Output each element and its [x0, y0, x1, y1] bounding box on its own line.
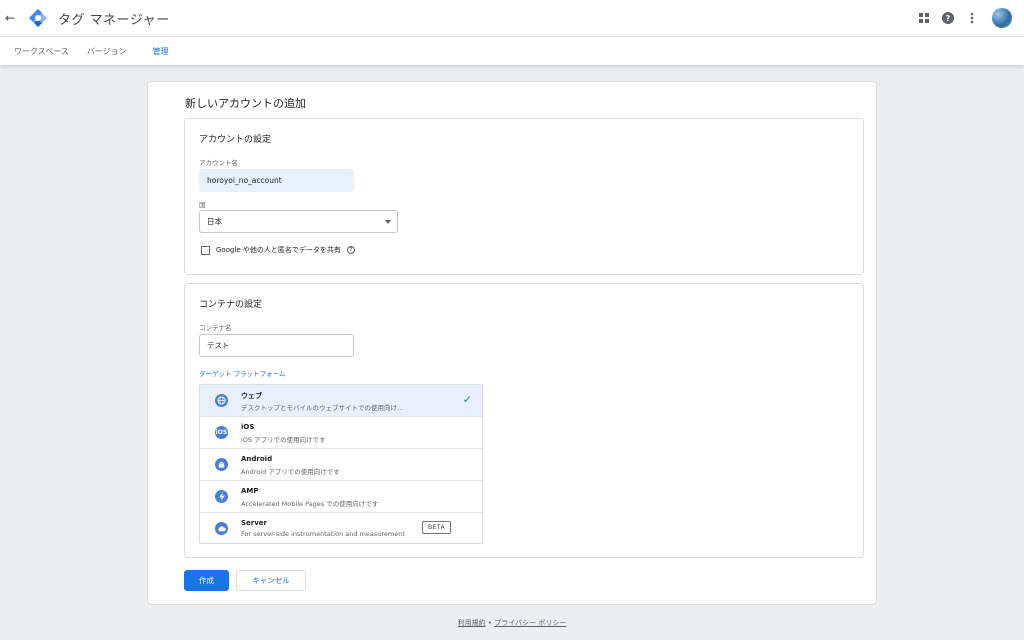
account-settings-section: アカウントの設定 アカウント名 horoyoi_no_account 国 日本 … [184, 118, 864, 275]
platform-list: ウェブ デスクトップとモバイルのウェブサイトでの使用向け... ✓ iOS iO… [199, 384, 483, 544]
privacy-link[interactable]: プライバシー ポリシー [494, 619, 566, 627]
platform-name: Android [241, 455, 273, 463]
tag-manager-logo-icon [28, 8, 48, 28]
container-name-input[interactable]: テスト [199, 334, 354, 357]
country-label: 国 [199, 201, 206, 209]
avatar[interactable] [992, 8, 1012, 28]
container-settings-section: コンテナの設定 コンテナ名 テスト ターゲット プラットフォーム ウェブ デスク… [184, 283, 864, 558]
platform-name: Server [241, 519, 268, 527]
platform-desc: For server-side instrumentation and meas… [241, 530, 405, 538]
help-icon[interactable]: ? [346, 246, 355, 254]
dropdown-arrow-icon [385, 220, 391, 224]
grid-apps-icon[interactable] [916, 8, 932, 28]
tab-bar: ワークスペース バージョン 管理 [0, 37, 1024, 65]
platform-option-server[interactable]: Server For server-side instrumentation a… [200, 513, 482, 545]
amp-bolt-icon [215, 490, 228, 503]
top-app-bar: ← タグ マネージャー ? [0, 0, 1024, 37]
section-title: アカウントの設定 [199, 135, 272, 145]
platform-option-web[interactable]: ウェブ デスクトップとモバイルのウェブサイトでの使用向け... ✓ [200, 385, 482, 417]
terms-link[interactable]: 利用規約 [458, 619, 486, 627]
add-account-card: 新しいアカウントの追加 アカウントの設定 アカウント名 horoyoi_no_a… [147, 81, 877, 605]
beta-badge: BETA [422, 521, 452, 534]
section-title: コンテナの設定 [199, 300, 263, 310]
tab-admin[interactable]: 管理 [153, 37, 169, 65]
share-data-label: Google や他の人と匿名でデータを共有 [216, 246, 341, 254]
tab-workspace[interactable]: ワークスペース [14, 37, 69, 65]
platform-option-amp[interactable]: AMP Accelerated Mobile Pages での使用向けです [200, 481, 482, 513]
footer: 利用規約 • プライバシー ポリシー [0, 618, 1024, 628]
tab-versions[interactable]: バージョン [87, 37, 127, 65]
footer-separator: • [487, 619, 493, 627]
account-name-input[interactable]: horoyoi_no_account [199, 169, 354, 192]
share-data-row: Google や他の人と匿名でデータを共有 ? [201, 245, 355, 255]
share-data-checkbox[interactable] [201, 245, 210, 255]
app-title: タグ マネージャー [58, 12, 170, 28]
platform-desc: Android アプリでの使用向けです [241, 468, 340, 476]
ios-icon: iOS [215, 426, 228, 439]
platform-name: AMP [241, 487, 259, 495]
platform-desc: Accelerated Mobile Pages での使用向けです [241, 500, 379, 508]
more-vert-icon[interactable] [964, 8, 980, 28]
country-select[interactable]: 日本 [199, 210, 398, 233]
cancel-button[interactable]: キャンセル [236, 570, 306, 591]
container-name-label: コンテナ名 [199, 324, 232, 332]
platform-desc: デスクトップとモバイルのウェブサイトでの使用向け... [241, 404, 404, 412]
create-button[interactable]: 作成 [184, 570, 229, 591]
check-icon: ✓ [462, 393, 472, 406]
arrow-back-icon[interactable]: ← [0, 0, 20, 37]
svg-text:?: ? [946, 14, 951, 23]
globe-icon [215, 394, 228, 407]
help-circle-icon[interactable]: ? [940, 8, 956, 28]
platform-name: ウェブ [241, 392, 262, 400]
cloud-icon [215, 522, 228, 535]
platform-desc: iOS アプリでの使用向けです [241, 436, 326, 444]
country-value: 日本 [207, 217, 222, 226]
page-title: 新しいアカウントの追加 [185, 97, 306, 110]
top-right-actions: ? [916, 8, 1012, 28]
platform-option-android[interactable]: Android Android アプリでの使用向けです [200, 449, 482, 481]
target-platform-label: ターゲット プラットフォーム [199, 370, 286, 378]
platform-option-ios[interactable]: iOS iOS iOS アプリでの使用向けです [200, 417, 482, 449]
platform-name: iOS [241, 423, 255, 431]
account-name-label: アカウント名 [199, 159, 238, 167]
android-icon [215, 458, 228, 471]
